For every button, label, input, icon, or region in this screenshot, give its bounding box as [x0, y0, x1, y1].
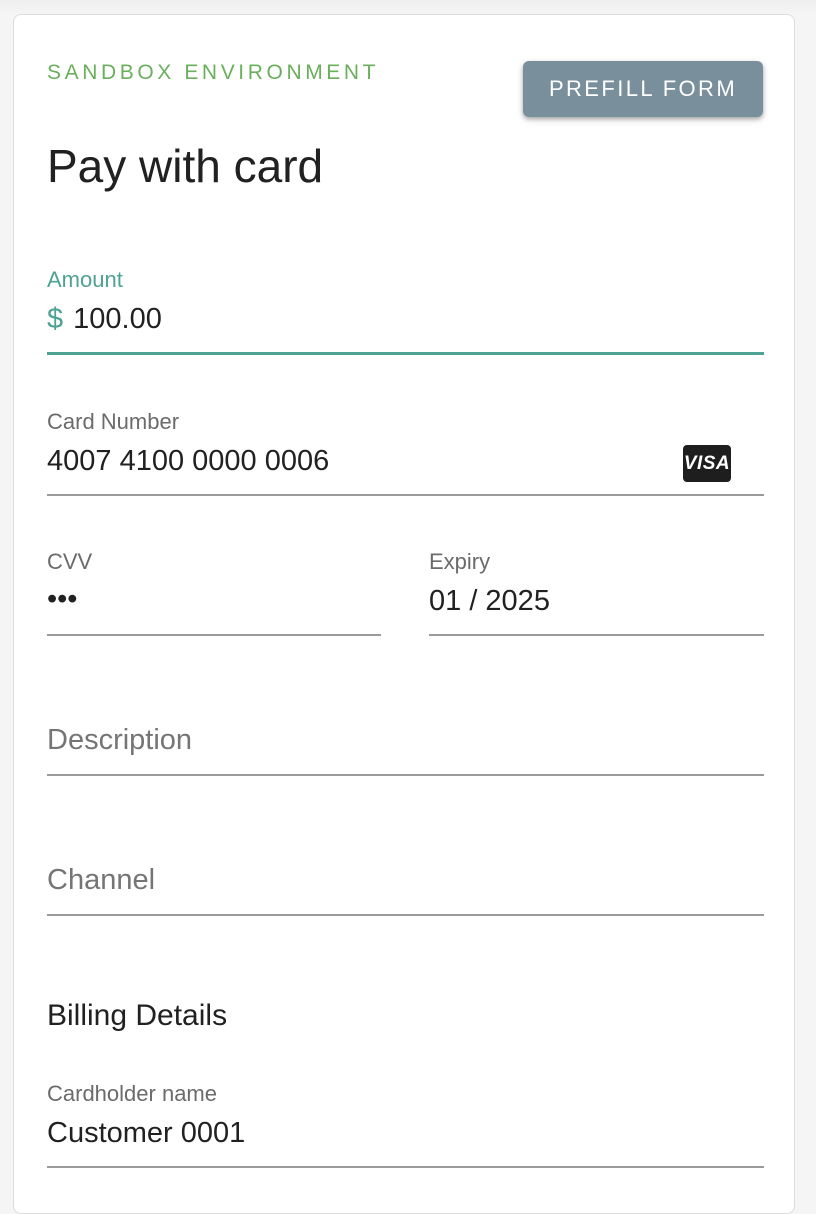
card-number-field[interactable]: Card Number 4007 4100 0000 0006: [47, 407, 764, 497]
cvv-input[interactable]: •••: [47, 583, 77, 616]
expiry-label: Expiry: [429, 549, 491, 574]
amount-underline: [47, 352, 764, 355]
currency-symbol: $: [47, 303, 64, 335]
cardholder-name-field[interactable]: Cardholder name Customer 0001: [47, 1079, 764, 1169]
card-number-underline: [47, 494, 764, 496]
visa-icon: VISA: [683, 445, 731, 482]
cvv-field[interactable]: CVV •••: [47, 547, 381, 637]
amount-input[interactable]: $100.00: [47, 303, 162, 336]
environment-label: SANDBOX ENVIRONMENT: [47, 61, 380, 84]
payment-card-form: SANDBOX ENVIRONMENT PREFILL FORM Pay wit…: [13, 14, 795, 1214]
channel-placeholder: Channel: [47, 864, 156, 896]
amount-label: Amount: [47, 267, 123, 292]
cvv-label: CVV: [47, 549, 93, 574]
page-title: Pay with card: [47, 140, 324, 192]
channel-underline: [47, 914, 764, 916]
channel-field[interactable]: Channel: [47, 855, 764, 917]
cardholder-name-label: Cardholder name: [47, 1081, 217, 1106]
amount-value: 100.00: [73, 303, 162, 335]
amount-field[interactable]: Amount $100.00: [47, 265, 764, 357]
cardholder-name-input[interactable]: Customer 0001: [47, 1117, 245, 1150]
description-underline: [47, 774, 764, 776]
expiry-underline: [429, 634, 764, 636]
cardholder-name-underline: [47, 1166, 764, 1168]
description-field[interactable]: Description: [47, 715, 764, 777]
cvv-underline: [47, 634, 381, 636]
billing-details-heading: Billing Details: [47, 999, 228, 1032]
description-placeholder: Description: [47, 724, 193, 756]
prefill-form-button[interactable]: PREFILL FORM: [523, 61, 763, 117]
expiry-field[interactable]: Expiry 01 / 2025: [429, 547, 764, 637]
card-number-label: Card Number: [47, 409, 180, 434]
top-shadow: [0, 0, 816, 14]
card-number-input[interactable]: 4007 4100 0000 0006: [47, 445, 329, 478]
expiry-input[interactable]: 01 / 2025: [429, 585, 550, 618]
